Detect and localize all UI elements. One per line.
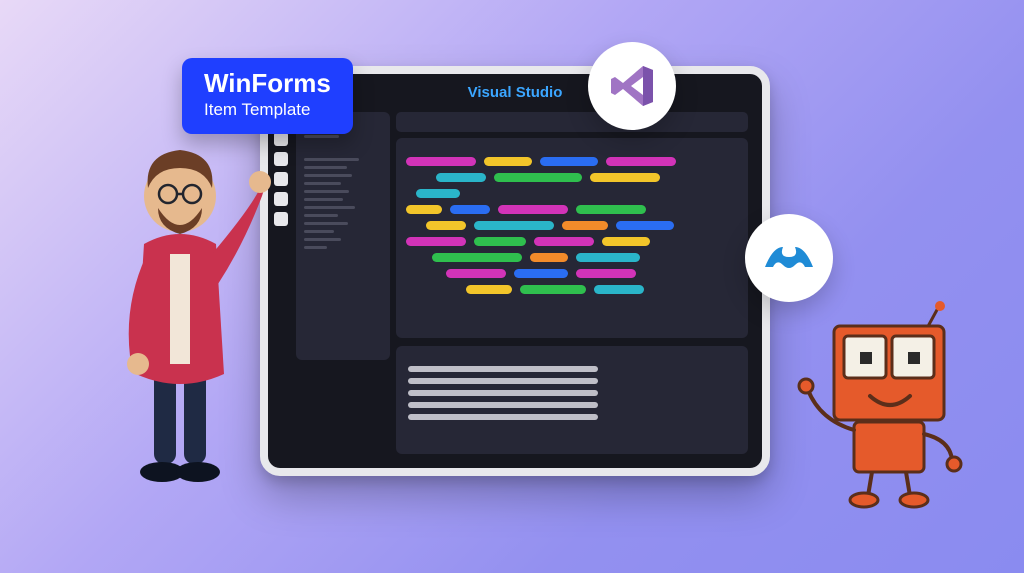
dotnet-icon bbox=[761, 243, 817, 273]
activity-icon bbox=[274, 152, 288, 166]
file-explorer bbox=[296, 112, 390, 360]
person-character bbox=[84, 124, 274, 494]
activity-icon bbox=[274, 192, 288, 206]
activity-icon bbox=[274, 132, 288, 146]
visual-studio-icon bbox=[607, 61, 657, 111]
visual-studio-logo-badge bbox=[588, 42, 676, 130]
robot-character bbox=[790, 300, 980, 510]
activity-icon bbox=[274, 172, 288, 186]
callout-title: WinForms bbox=[204, 70, 331, 96]
callout-label: WinForms Item Template bbox=[182, 58, 353, 134]
callout-subtitle: Item Template bbox=[204, 100, 331, 120]
editor-tabs bbox=[396, 112, 748, 132]
dotnet-logo-badge bbox=[745, 214, 833, 302]
output-panel bbox=[396, 346, 748, 454]
activity-icon bbox=[274, 212, 288, 226]
code-editor bbox=[396, 138, 748, 338]
